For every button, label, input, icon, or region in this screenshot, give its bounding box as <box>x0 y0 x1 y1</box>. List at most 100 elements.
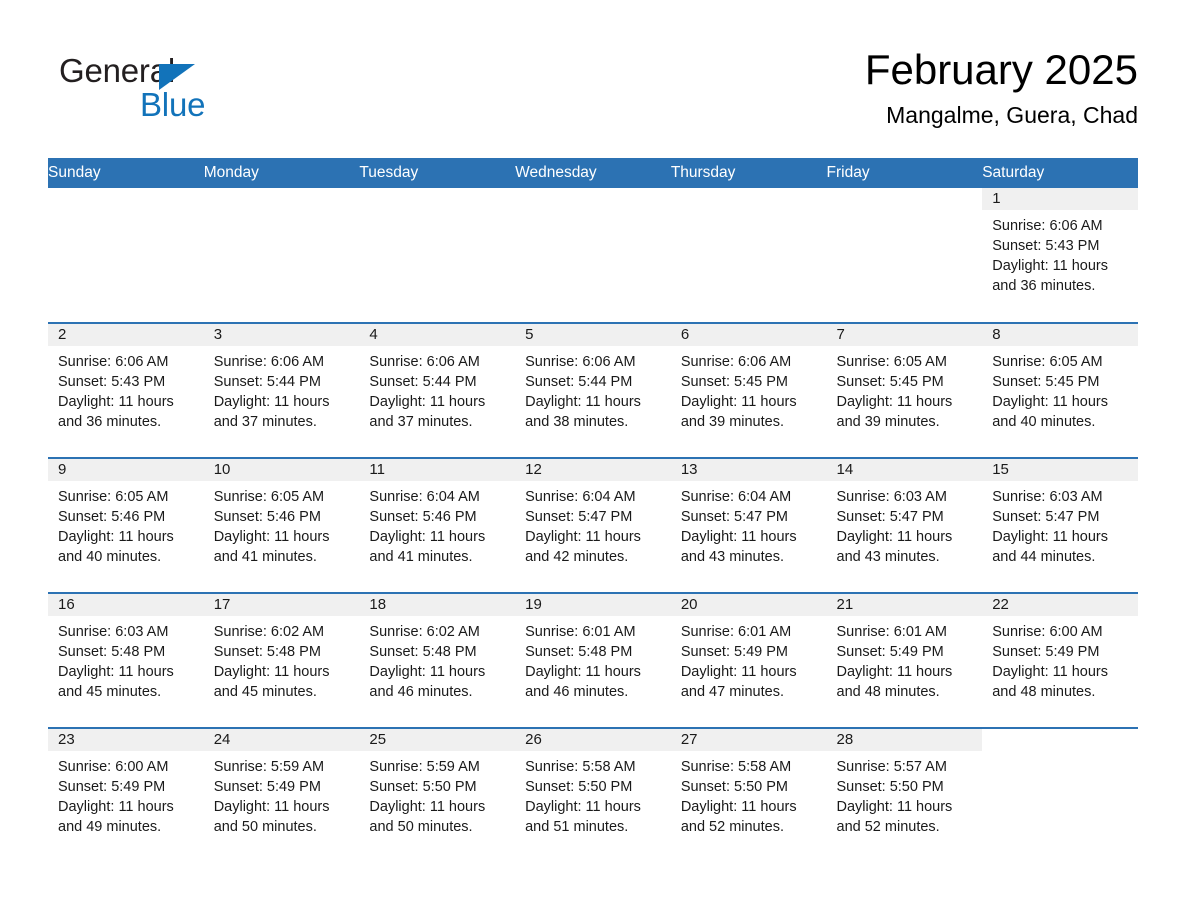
day-number <box>982 729 1138 751</box>
calendar-day-cell[interactable]: 3 Sunrise: 6:06 AM Sunset: 5:44 PM Daylight… <box>203 322 360 458</box>
weekday-header-monday: Monday <box>203 158 360 188</box>
calendar-day-cell[interactable]: 6 Sunrise: 6:06 AM Sunset: 5:45 PM Daylight… <box>670 322 827 458</box>
sunrise-text: Sunrise: 6:03 AM <box>992 489 1103 505</box>
calendar-day-cell[interactable]: 20 Sunrise: 6:01 AM Sunset: 5:49 PM Dayligh… <box>670 592 827 728</box>
page-title: February 2025 <box>864 46 1138 93</box>
calendar-day-cell[interactable]: 11 Sunrise: 6:04 AM Sunset: 5:46 PM Dayligh… <box>359 457 516 593</box>
calendar-day-cell[interactable]: 2 Sunrise: 6:06 AM Sunset: 5:43 PM Daylight… <box>48 322 204 458</box>
sunrise-text: Sunrise: 5:59 AM <box>213 759 325 775</box>
daylight-text: Daylight: 11 hours and 45 minutes. <box>58 664 174 700</box>
daylight-text: Daylight: 11 hours and 39 minutes. <box>836 394 953 430</box>
day-details: Sunrise: 5:57 AM Sunset: 5:50 PM Daylight:… <box>827 751 983 837</box>
day-details: Sunrise: 6:00 AM Sunset: 5:49 PM Daylight:… <box>48 751 204 837</box>
sunrise-text: Sunrise: 6:06 AM <box>58 354 169 370</box>
sunset-text: Sunset: 5:46 PM <box>213 509 321 525</box>
sunset-text: Sunset: 5:47 PM <box>525 509 633 525</box>
calendar-day-cell-empty <box>48 188 204 323</box>
sunrise-text: Sunrise: 6:04 AM <box>369 489 480 505</box>
sunset-text: Sunset: 5:49 PM <box>213 779 321 795</box>
sunrise-text: Sunrise: 6:06 AM <box>213 354 325 370</box>
calendar-day-cell[interactable]: 22 Sunrise: 6:00 AM Sunset: 5:49 PM Dayligh… <box>982 592 1138 728</box>
day-number <box>670 188 827 210</box>
day-details: Sunrise: 5:59 AM Sunset: 5:49 PM Daylight:… <box>204 751 360 837</box>
daylight-text: Daylight: 11 hours and 36 minutes. <box>992 258 1109 294</box>
daylight-text: Daylight: 11 hours and 41 minutes. <box>213 529 330 565</box>
calendar-day-cell[interactable]: 14 Sunrise: 6:03 AM Sunset: 5:47 PM Dayligh… <box>826 457 983 593</box>
day-number: 20 <box>670 594 827 616</box>
day-number: 8 <box>982 324 1138 346</box>
brand-name-blue: Blue <box>140 86 206 123</box>
day-details: Sunrise: 6:01 AM Sunset: 5:49 PM Daylight:… <box>827 616 983 702</box>
calendar-day-cell[interactable]: 25 Sunrise: 5:59 AM Sunset: 5:50 PM Dayligh… <box>359 727 516 863</box>
calendar-day-cell-empty <box>359 188 516 323</box>
calendar-day-cell[interactable]: 18 Sunrise: 6:02 AM Sunset: 5:48 PM Dayligh… <box>359 592 516 728</box>
daylight-text: Daylight: 11 hours and 51 minutes. <box>525 799 641 835</box>
calendar-day-cell[interactable]: 15 Sunrise: 6:03 AM Sunset: 5:47 PM Dayligh… <box>982 457 1138 593</box>
calendar-day-cell[interactable]: 12 Sunrise: 6:04 AM Sunset: 5:47 PM Dayligh… <box>515 457 671 593</box>
sunset-text: Sunset: 5:48 PM <box>369 644 477 660</box>
daylight-text: Daylight: 11 hours and 50 minutes. <box>369 799 486 835</box>
day-details: Sunrise: 6:03 AM Sunset: 5:47 PM Daylight:… <box>982 481 1138 567</box>
sunrise-text: Sunrise: 6:03 AM <box>58 624 169 640</box>
calendar-day-cell[interactable]: 7 Sunrise: 6:05 AM Sunset: 5:45 PM Daylight… <box>826 322 983 458</box>
day-details: Sunrise: 6:01 AM Sunset: 5:49 PM Daylight:… <box>671 616 827 702</box>
day-number: 13 <box>670 459 827 481</box>
calendar-day-cell[interactable]: 26 Sunrise: 5:58 AM Sunset: 5:50 PM Dayligh… <box>515 727 671 863</box>
day-details: Sunrise: 5:58 AM Sunset: 5:50 PM Daylight:… <box>515 751 671 837</box>
day-details: Sunrise: 6:02 AM Sunset: 5:48 PM Daylight:… <box>204 616 360 702</box>
calendar-day-cell[interactable]: 1 Sunrise: 6:06 AM Sunset: 5:43 PM Daylight… <box>982 188 1138 323</box>
calendar-day-cell[interactable]: 23 Sunrise: 6:00 AM Sunset: 5:49 PM Dayligh… <box>48 727 204 863</box>
calendar-week-row: 1 Sunrise: 6:06 AM Sunset: 5:43 PM Daylight… <box>48 188 1138 323</box>
daylight-text: Daylight: 11 hours and 37 minutes. <box>213 394 330 430</box>
sunrise-text: Sunrise: 6:00 AM <box>58 759 169 775</box>
calendar-day-cell[interactable]: 21 Sunrise: 6:01 AM Sunset: 5:49 PM Dayligh… <box>826 592 983 728</box>
calendar-week-row: 9 Sunrise: 6:05 AM Sunset: 5:46 PM Daylight… <box>48 457 1138 593</box>
daylight-text: Daylight: 11 hours and 46 minutes. <box>369 664 486 700</box>
sunrise-text: Sunrise: 6:06 AM <box>992 218 1103 234</box>
day-number: 25 <box>359 729 516 751</box>
title-block: February 2025 Mangalme, Guera, Chad <box>865 44 1138 130</box>
calendar-day-cell[interactable]: 27 Sunrise: 5:58 AM Sunset: 5:50 PM Dayligh… <box>670 727 827 863</box>
sunrise-text: Sunrise: 6:01 AM <box>680 624 792 640</box>
calendar-day-cell[interactable]: 5 Sunrise: 6:06 AM Sunset: 5:44 PM Daylight… <box>515 322 671 458</box>
day-number: 23 <box>48 729 204 751</box>
sunset-text: Sunset: 5:50 PM <box>525 779 633 795</box>
sunset-text: Sunset: 5:43 PM <box>58 374 166 390</box>
weekday-header-sunday: Sunday <box>48 158 204 188</box>
sunset-text: Sunset: 5:50 PM <box>680 779 789 795</box>
daylight-text: Daylight: 11 hours and 48 minutes. <box>992 664 1109 700</box>
calendar-day-cell[interactable]: 28 Sunrise: 5:57 AM Sunset: 5:50 PM Dayligh… <box>826 727 983 863</box>
calendar-day-cell[interactable]: 9 Sunrise: 6:05 AM Sunset: 5:46 PM Daylight… <box>48 457 204 593</box>
calendar-grid: Sunday Monday Tuesday Wednesday Thursday… <box>48 158 1138 863</box>
calendar-day-cell[interactable]: 8 Sunrise: 6:05 AM Sunset: 5:45 PM Daylight… <box>982 322 1138 458</box>
calendar-day-cell[interactable]: 17 Sunrise: 6:02 AM Sunset: 5:48 PM Dayligh… <box>203 592 360 728</box>
calendar-day-cell[interactable]: 4 Sunrise: 6:06 AM Sunset: 5:44 PM Daylight… <box>359 322 516 458</box>
calendar-day-cell[interactable]: 19 Sunrise: 6:01 AM Sunset: 5:48 PM Dayligh… <box>515 592 671 728</box>
daylight-text: Daylight: 11 hours and 39 minutes. <box>680 394 797 430</box>
sunset-text: Sunset: 5:45 PM <box>992 374 1100 390</box>
calendar-day-cell[interactable]: 24 Sunrise: 5:59 AM Sunset: 5:49 PM Dayligh… <box>203 727 360 863</box>
day-number: 21 <box>826 594 983 616</box>
sunset-text: Sunset: 5:49 PM <box>58 779 166 795</box>
calendar-page: General Blue February 2025 Mangalme, Gue… <box>0 0 1188 918</box>
day-number: 27 <box>670 729 827 751</box>
sunset-text: Sunset: 5:47 PM <box>992 509 1100 525</box>
sunset-text: Sunset: 5:47 PM <box>836 509 944 525</box>
calendar-day-cell[interactable]: 16 Sunrise: 6:03 AM Sunset: 5:48 PM Dayligh… <box>48 592 204 728</box>
day-details: Sunrise: 6:03 AM Sunset: 5:47 PM Daylight:… <box>827 481 983 567</box>
sunrise-text: Sunrise: 6:05 AM <box>836 354 947 370</box>
daylight-text: Daylight: 11 hours and 37 minutes. <box>369 394 486 430</box>
daylight-text: Daylight: 11 hours and 52 minutes. <box>836 799 953 835</box>
day-details: Sunrise: 6:06 AM Sunset: 5:44 PM Daylight:… <box>204 346 360 432</box>
sunrise-text: Sunrise: 6:05 AM <box>213 489 325 505</box>
page-header: General Blue February 2025 Mangalme, Gue… <box>48 44 1138 152</box>
day-details: Sunrise: 5:59 AM Sunset: 5:50 PM Daylight:… <box>359 751 515 837</box>
calendar-day-cell[interactable]: 10 Sunrise: 6:05 AM Sunset: 5:46 PM Dayligh… <box>203 457 360 593</box>
sunrise-text: Sunrise: 6:01 AM <box>836 624 947 640</box>
calendar-day-cell[interactable]: 13 Sunrise: 6:04 AM Sunset: 5:47 PM Dayligh… <box>670 457 827 593</box>
day-number <box>48 188 204 210</box>
weekday-header-row: Sunday Monday Tuesday Wednesday Thursday… <box>48 158 1138 188</box>
calendar-day-cell-empty <box>826 188 983 323</box>
daylight-text: Daylight: 11 hours and 41 minutes. <box>369 529 486 565</box>
calendar-week-row: 23 Sunrise: 6:00 AM Sunset: 5:49 PM Dayligh… <box>48 727 1138 863</box>
